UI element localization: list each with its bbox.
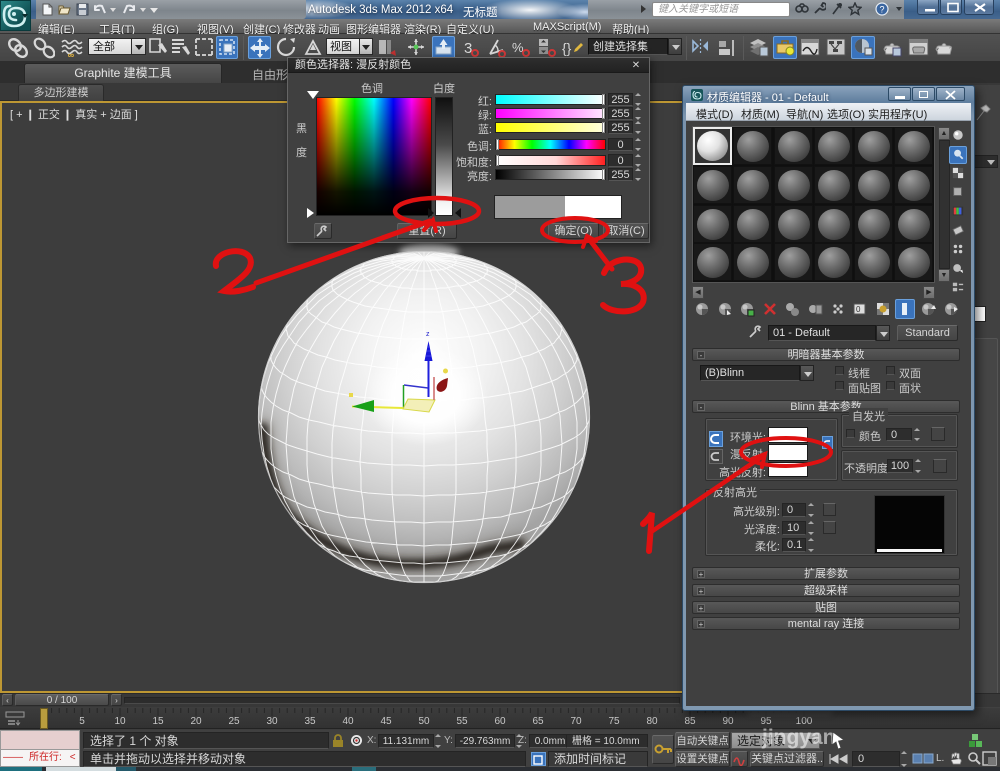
svg-text:z: z xyxy=(426,331,430,338)
svg-text:0: 0 xyxy=(856,305,861,314)
